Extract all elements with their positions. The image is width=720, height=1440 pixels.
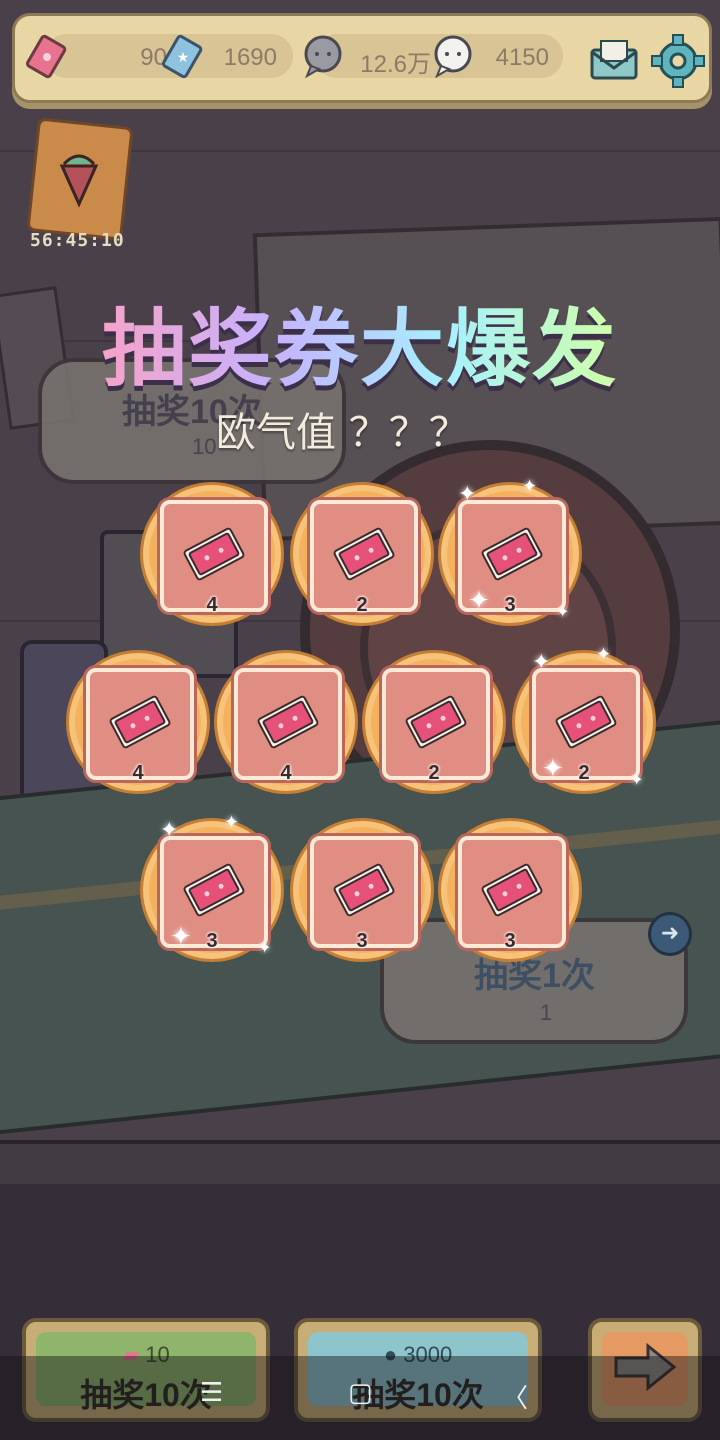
event-card[interactable] <box>24 112 134 241</box>
lottery-ticket-icon <box>257 695 319 749</box>
white-speech-count: 4150 <box>495 44 549 71</box>
reward-item: 3 ✦ ✦ ✦ ✦ <box>438 476 582 626</box>
sparkle-icon: ✦ <box>160 818 179 843</box>
svg-text:★: ★ <box>177 50 190 66</box>
reward-count: 2 <box>356 594 368 616</box>
grey-speech-count: 12.6万 <box>360 51 431 78</box>
lottery-ticket-icon <box>109 695 171 749</box>
reward-item: 4 <box>140 482 284 626</box>
reward-item: 3 <box>438 818 582 962</box>
reward-count: 2 <box>428 762 440 784</box>
tickets-count: 90 <box>140 44 167 71</box>
pink-ticket-icon <box>25 34 67 79</box>
reward-item: 4 <box>214 650 358 794</box>
reward-item: 2 <box>290 482 434 626</box>
event-timer: 56:45:10 <box>30 230 125 251</box>
white-speech-icon <box>434 35 472 79</box>
reward-item: 3 ✦ ✦ ✦ ✦ <box>140 812 284 962</box>
mail-icon[interactable] <box>589 38 639 80</box>
lottery-ticket-icon <box>183 527 245 581</box>
ice-cream-icon <box>59 154 99 208</box>
sparkle-icon: ✦ <box>458 482 477 507</box>
sparkle-icon: ✦ <box>468 586 490 616</box>
reward-count: 4 <box>206 594 218 616</box>
sparkle-icon: ✦ <box>542 754 564 784</box>
reward-item: 3 <box>290 818 434 962</box>
sparkle-icon: ✦ <box>556 602 570 621</box>
sparkle-icon: ✦ <box>630 770 644 789</box>
menu-icon[interactable]: ☰ <box>200 1378 223 1408</box>
lottery-ticket-icon <box>333 863 395 917</box>
draw-ten-panel-cost: 10 <box>192 434 217 459</box>
sparkle-icon: ✦ <box>596 644 612 665</box>
lottery-ticket-icon <box>555 695 617 749</box>
arrow-right-icon: ➜ <box>648 912 692 956</box>
sparkle-icon: ✦ <box>170 922 192 952</box>
sparkle-icon: ✦ <box>224 812 240 833</box>
sparkle-icon: ✦ <box>532 650 551 675</box>
blue-tickets-count: 1690 <box>223 44 277 71</box>
lottery-ticket-icon <box>481 527 543 581</box>
sparkle-icon: ✦ <box>522 476 538 497</box>
reward-count: 4 <box>280 762 292 784</box>
draw-one-panel-cost: 1 <box>540 1000 553 1025</box>
reward-count: 3 <box>504 930 516 952</box>
currency-bar: 90 ★ 1690 12.6万 4150 <box>12 13 712 103</box>
reward-item: 4 <box>66 650 210 794</box>
grey-speech-icon <box>304 35 342 79</box>
lottery-ticket-icon <box>333 527 395 581</box>
sparkle-icon: ✦ <box>258 938 272 957</box>
reward-count: 4 <box>132 762 144 784</box>
reward-item: 2 ✦ ✦ ✦ ✦ <box>512 644 656 794</box>
lottery-ticket-icon <box>183 863 245 917</box>
back-icon[interactable]: 〈 <box>502 1378 528 1415</box>
blue-ticket-icon: ★ <box>161 34 203 79</box>
luck-value-text: 欧气值 ？？？ <box>216 410 469 456</box>
home-icon[interactable]: ▢ <box>348 1378 373 1408</box>
reward-item: 2 <box>362 650 506 794</box>
lottery-ticket-icon <box>405 695 467 749</box>
event-title-text: 抽奖券大爆发 <box>102 282 618 403</box>
gear-icon[interactable] <box>651 34 705 88</box>
reward-count: 3 <box>356 930 368 952</box>
event-title: 抽奖券大爆发 <box>0 282 720 403</box>
lottery-ticket-icon <box>481 863 543 917</box>
